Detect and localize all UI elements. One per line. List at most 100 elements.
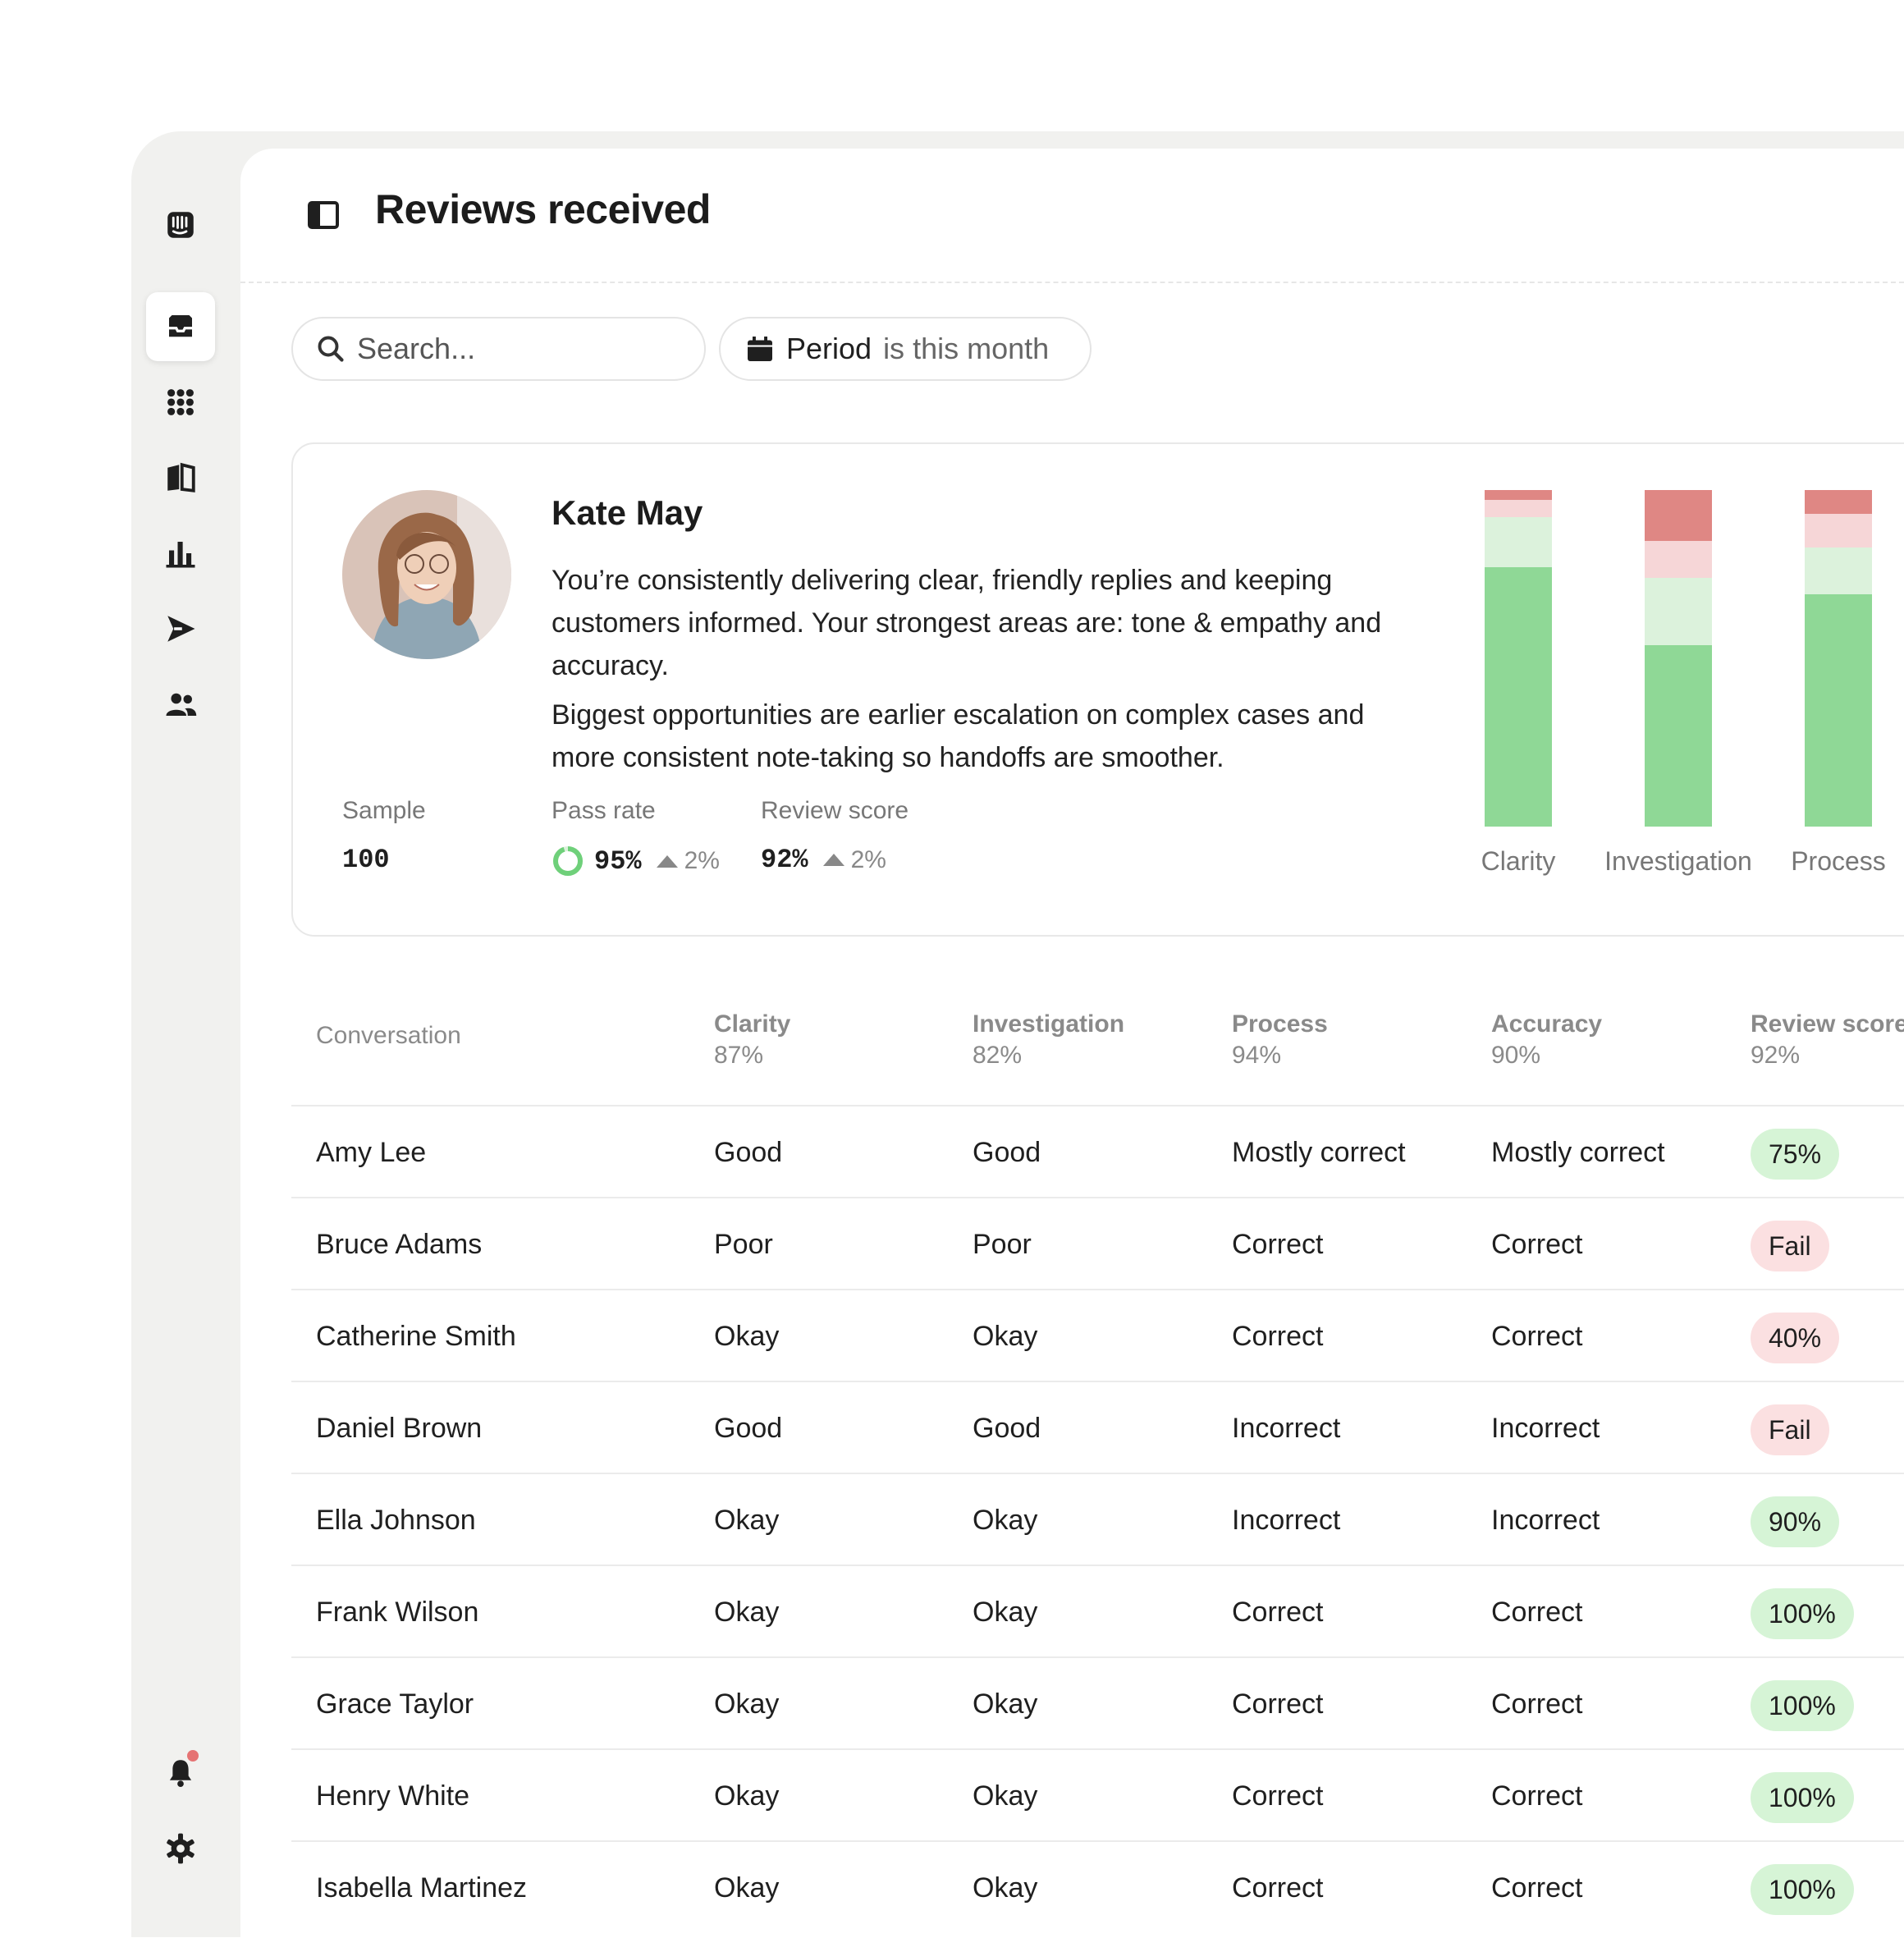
process-cell: Correct <box>1232 1872 1324 1904</box>
process-cell: Correct <box>1232 1597 1324 1628</box>
conversation-name-cell: Ella Johnson <box>316 1505 476 1536</box>
summary-paragraph: Biggest opportunities are earlier escala… <box>552 699 1365 773</box>
accuracy-cell: Correct <box>1491 1321 1583 1352</box>
inbox-icon[interactable] <box>146 292 215 361</box>
send-icon[interactable] <box>146 594 215 663</box>
review-score-delta: 2% <box>822 846 886 874</box>
pass-rate-ring <box>553 846 583 876</box>
review-score-cell: 100% <box>1751 1658 1854 1750</box>
review-score-cell: 100% <box>1751 1566 1854 1658</box>
review-score-cell: 100% <box>1751 1842 1854 1934</box>
stacked-bar-clarity[interactable] <box>1485 490 1552 827</box>
main-panel: Reviews received Period is this month <box>240 149 1904 1938</box>
score-badge: 90% <box>1751 1496 1840 1548</box>
investigation-cell: Okay <box>973 1688 1038 1720</box>
column-header-process[interactable]: Process 94% <box>1232 1009 1328 1071</box>
stacked-bar-investigation[interactable] <box>1645 490 1712 827</box>
pass-rate-label: Pass rate <box>552 797 656 824</box>
table-row[interactable]: Catherine Smith Okay Okay Correct Correct 40% <box>291 1289 1904 1382</box>
process-cell: Mostly correct <box>1232 1137 1406 1168</box>
table-row[interactable]: Ella Johnson Okay Okay Incorrect Incorrect 90… <box>291 1473 1904 1566</box>
bar-segment <box>1805 594 1872 827</box>
process-cell: Correct <box>1232 1780 1324 1812</box>
bell-icon[interactable] <box>146 1739 215 1807</box>
column-header-review-score[interactable]: Review score 92% <box>1751 1009 1904 1071</box>
period-filter-value: is this month <box>883 332 1050 365</box>
process-cell: Incorrect <box>1232 1413 1341 1444</box>
apps-icon[interactable] <box>146 368 215 437</box>
gear-icon[interactable] <box>146 1814 215 1883</box>
score-badge: Fail <box>1751 1221 1829 1272</box>
clarity-cell: Okay <box>714 1688 780 1720</box>
investigation-cell: Okay <box>973 1321 1038 1352</box>
sample-value: 100 <box>342 845 390 875</box>
accuracy-cell: Incorrect <box>1491 1505 1600 1536</box>
column-header-investigation[interactable]: Investigation 82% <box>973 1009 1124 1071</box>
bar-segment <box>1805 547 1872 595</box>
bar-segment <box>1485 567 1552 827</box>
conversation-name-cell: Amy Lee <box>316 1137 427 1168</box>
clarity-cell: Poor <box>714 1229 773 1260</box>
trend-up-icon <box>656 854 678 868</box>
clarity-cell: Okay <box>714 1321 780 1352</box>
bar-segment <box>1645 577 1712 645</box>
process-cell: Correct <box>1232 1321 1324 1352</box>
bar-segment <box>1645 490 1712 541</box>
clarity-cell: Okay <box>714 1872 780 1904</box>
clarity-cell: Good <box>714 1413 783 1444</box>
review-score-value: 92% 2% <box>761 845 886 875</box>
table-row[interactable]: Daniel Brown Good Good Incorrect Incorrect Fa… <box>291 1381 1904 1474</box>
investigation-cell: Poor <box>973 1229 1032 1260</box>
investigation-cell: Okay <box>973 1780 1038 1812</box>
process-cell: Correct <box>1232 1229 1324 1260</box>
bar-segment <box>1485 516 1552 568</box>
people-icon[interactable] <box>146 670 215 739</box>
calendar-icon <box>748 337 772 361</box>
accuracy-cell: Correct <box>1491 1597 1583 1628</box>
search-box[interactable] <box>291 317 706 381</box>
clarity-cell: Good <box>714 1137 783 1168</box>
search-input[interactable] <box>355 331 687 367</box>
clarity-cell: Okay <box>714 1780 780 1812</box>
score-badge: 100% <box>1751 1772 1854 1824</box>
sidebar-toggle-icon[interactable] <box>308 201 339 229</box>
investigation-cell: Good <box>973 1413 1041 1444</box>
accuracy-cell: Correct <box>1491 1780 1583 1812</box>
conversation-name-cell: Daniel Brown <box>316 1413 483 1444</box>
conversation-name-cell: Bruce Adams <box>316 1229 483 1260</box>
stacked-bar-process[interactable] <box>1805 490 1872 827</box>
bar-segment <box>1805 490 1872 514</box>
column-header-conversation[interactable]: Conversation <box>316 1020 461 1051</box>
column-header-accuracy[interactable]: Accuracy 90% <box>1491 1009 1602 1071</box>
review-score-label: Review score <box>761 797 909 824</box>
search-icon <box>318 336 344 362</box>
table-row[interactable]: Grace Taylor Okay Okay Correct Correct 100% <box>291 1656 1904 1750</box>
table-row[interactable]: Henry White Okay Okay Correct Correct 100% <box>291 1748 1904 1842</box>
bar-label: Investigation <box>1604 846 1752 876</box>
process-cell: Incorrect <box>1232 1505 1341 1536</box>
book-icon[interactable] <box>146 443 215 512</box>
bar-segment <box>1645 540 1712 578</box>
pass-rate-value: 95% 2% <box>552 845 720 877</box>
accuracy-cell: Correct <box>1491 1872 1583 1904</box>
bar-chart-icon[interactable] <box>146 519 215 588</box>
table-row[interactable]: Frank Wilson Okay Okay Correct Correct 100% <box>291 1565 1904 1658</box>
bar-segment <box>1645 644 1712 827</box>
investigation-cell: Okay <box>973 1597 1038 1628</box>
logo-icon[interactable] <box>146 190 215 259</box>
review-score-cell: Fail <box>1751 1198 1829 1290</box>
table-row[interactable]: Bruce Adams Poor Poor Correct Correct Fail <box>291 1197 1904 1290</box>
bar-segment <box>1805 513 1872 547</box>
bar-segment <box>1485 490 1552 501</box>
table-row[interactable]: Amy Lee Good Good Mostly correct Mostly corr… <box>291 1105 1904 1198</box>
score-badge: 100% <box>1751 1588 1854 1640</box>
review-score-cell: Fail <box>1751 1382 1829 1474</box>
table-row[interactable]: Isabella Martinez Okay Okay Correct Correct 1… <box>291 1840 1904 1934</box>
bar-label: Process <box>1791 846 1886 876</box>
column-header-clarity[interactable]: Clarity 87% <box>714 1009 790 1071</box>
score-badge: 100% <box>1751 1864 1854 1916</box>
score-badge: 100% <box>1751 1680 1854 1732</box>
conversation-name-cell: Grace Taylor <box>316 1688 474 1720</box>
review-score-cell: 75% <box>1751 1106 1840 1198</box>
period-filter[interactable]: Period is this month <box>719 317 1092 381</box>
